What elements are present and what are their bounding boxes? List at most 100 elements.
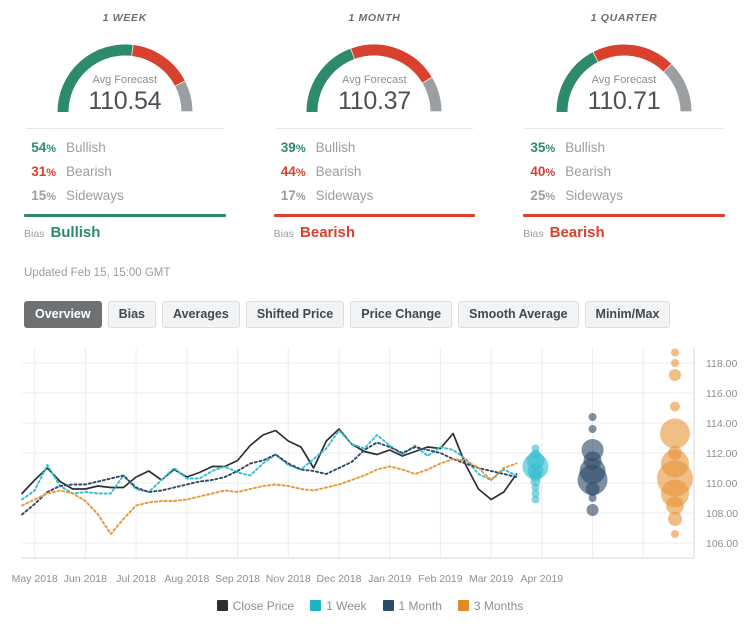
chart-bubble: [588, 424, 597, 433]
gauge-segment-sideways: [422, 77, 442, 112]
sentiment-percent-sideways: 25%: [523, 188, 565, 203]
sentiment-row-bullish: 39% Bullish: [274, 135, 476, 159]
chart-y-tick-label: 112.00: [706, 448, 737, 460]
tab-bias[interactable]: Bias: [107, 300, 156, 328]
sentiment-percent-sideways: 15%: [24, 188, 66, 203]
chart-legend: Close Price 1 Week 1 Month 3 Months: [0, 599, 749, 613]
tab-overview[interactable]: Overview: [24, 300, 102, 328]
legend-swatch-icon: [457, 600, 469, 611]
gauge-segment-bullish: [556, 52, 598, 113]
sentiment-stats: 54% Bullish 31% Bearish 15% Sideways: [24, 135, 226, 207]
gauge: Avg Forecast 110.71: [523, 26, 725, 122]
percent-sign-icon: %: [46, 167, 56, 179]
sentiment-label-sideways: Sideways: [66, 188, 124, 203]
bias-value: Bullish: [50, 223, 101, 241]
sentiment-percent-bullish: 39%: [274, 140, 316, 155]
chart-x-tick-label: Apr 2019: [520, 572, 564, 585]
bias-row: Bias Bullish: [24, 217, 226, 241]
tab-smooth-average[interactable]: Smooth Average: [458, 300, 579, 328]
bias-row: Bias Bearish: [274, 217, 476, 241]
bias-label: Bias: [24, 227, 45, 240]
gauge-segment-bullish: [57, 44, 133, 113]
chart-bubble: [669, 401, 680, 411]
legend-swatch-icon: [216, 600, 228, 611]
chart-bubble: [531, 495, 540, 503]
percent-sign-icon: %: [295, 167, 306, 179]
chart-y-tick-label: 116.00: [706, 388, 737, 400]
chart-y-tick-label: 114.00: [706, 418, 737, 430]
percent-sign-icon: %: [295, 143, 306, 155]
sentiment-row-bearish: 31% Bearish: [24, 159, 226, 183]
chart-bubble: [670, 358, 679, 367]
percent-sign-icon: %: [545, 167, 556, 179]
sentiment-percent-bearish: 40%: [523, 164, 565, 179]
sentiment-row-sideways: 17% Sideways: [274, 183, 476, 207]
gauge: Avg Forecast 110.54: [24, 26, 226, 122]
legend-item-1-month[interactable]: 1 Month: [382, 599, 442, 613]
chart-x-tick-label: Jan 2019: [368, 572, 412, 585]
forecast-dashboard: 1 WEEK Avg Forecast 110.54 54% Bullish 31% Bea…: [0, 0, 749, 630]
gauge-segment-sideways: [175, 81, 193, 112]
chart-x-tick-label: Feb 2019: [418, 572, 463, 585]
sentiment-percent-value-bullish: 54: [31, 140, 47, 155]
chart-bubble: [659, 418, 690, 448]
chart-x-tick-label: May 2018: [11, 572, 58, 585]
legend-label: Close Price: [232, 598, 295, 613]
gauge-segment-bullish: [306, 48, 355, 113]
sentiment-row-sideways: 25% Sideways: [523, 183, 725, 207]
forecast-panel: 1 WEEK Avg Forecast 110.54 54% Bullish 31% Bea…: [0, 6, 250, 241]
gauge-arc: [306, 44, 442, 113]
panel-divider: [525, 128, 723, 129]
legend-item-1-week[interactable]: 1 Week: [310, 599, 367, 613]
gauge-arc: [556, 44, 692, 113]
sentiment-label-bearish: Bearish: [66, 164, 112, 179]
panel-period-title: 1 WEEK: [102, 12, 148, 24]
sentiment-stats: 39% Bullish 44% Bearish 17% Sideways: [274, 135, 476, 207]
sentiment-label-bullish: Bullish: [315, 140, 356, 155]
sentiment-row-sideways: 15% Sideways: [24, 183, 226, 207]
chart-bubble: [665, 496, 684, 514]
legend-item-close-price[interactable]: Close Price: [216, 598, 295, 613]
legend-item-3-months[interactable]: 3 Months: [457, 599, 523, 613]
gauge: Avg Forecast 110.37: [274, 26, 476, 122]
sentiment-percent-value-bullish: 39: [280, 140, 296, 155]
sentiment-label-bullish: Bullish: [565, 140, 605, 155]
panel-divider: [26, 128, 224, 129]
sentiment-label-sideways: Sideways: [315, 188, 374, 203]
tab-shifted-price[interactable]: Shifted Price: [245, 300, 345, 328]
forecast-panels: 1 WEEK Avg Forecast 110.54 54% Bullish 31% Bea…: [0, 0, 749, 241]
panel-period-title: 1 MONTH: [348, 12, 401, 24]
sentiment-label-sideways: Sideways: [565, 188, 623, 203]
sentiment-stats: 35% Bullish 40% Bearish 25% Sideways: [523, 135, 725, 207]
percent-sign-icon: %: [46, 143, 56, 155]
chart-x-tick-label: Aug 2018: [164, 572, 210, 585]
sentiment-percent-value-bearish: 40: [530, 164, 546, 179]
sentiment-percent-value-bullish: 35: [530, 140, 546, 155]
percent-sign-icon: %: [46, 191, 56, 203]
bias-row: Bias Bearish: [523, 217, 725, 241]
chart-bubble: [670, 348, 679, 356]
sentiment-percent-value-sideways: 17: [280, 188, 296, 203]
chart-bubble: [668, 368, 681, 381]
bias-label: Bias: [523, 227, 544, 240]
sentiment-row-bearish: 44% Bearish: [274, 159, 476, 183]
chart-x-tick-label: Mar 2019: [468, 572, 514, 585]
tab-averages[interactable]: Averages: [162, 300, 240, 328]
sentiment-row-bullish: 54% Bullish: [24, 135, 226, 159]
chart-x-tick-label: Dec 2018: [316, 572, 362, 585]
chart-bubble: [670, 529, 679, 538]
gauge-segment-bearish: [351, 44, 433, 83]
legend-swatch-icon: [382, 600, 394, 611]
updated-timestamp: Updated Feb 15, 15:00 GMT: [24, 266, 171, 279]
chart-y-tick-label: 110.00: [706, 478, 737, 490]
panel-period-title: 1 QUARTER: [590, 12, 658, 24]
chart-bubble: [588, 412, 597, 421]
chart-x-axis-labels: May 2018 Jun 2018 Jul 2018 Aug 2018 Sep 2018…: [0, 573, 749, 591]
bias-label: Bias: [273, 227, 295, 240]
chart-tabs: Overview Bias Averages Shifted Price Price C…: [24, 300, 749, 328]
gauge-segment-bearish: [131, 45, 185, 86]
tab-minim-max[interactable]: Minim/Max: [584, 300, 671, 328]
sentiment-percent-bearish: 31%: [24, 164, 66, 179]
tab-price-change[interactable]: Price Change: [350, 300, 453, 328]
sentiment-percent-value-sideways: 15: [31, 188, 47, 203]
